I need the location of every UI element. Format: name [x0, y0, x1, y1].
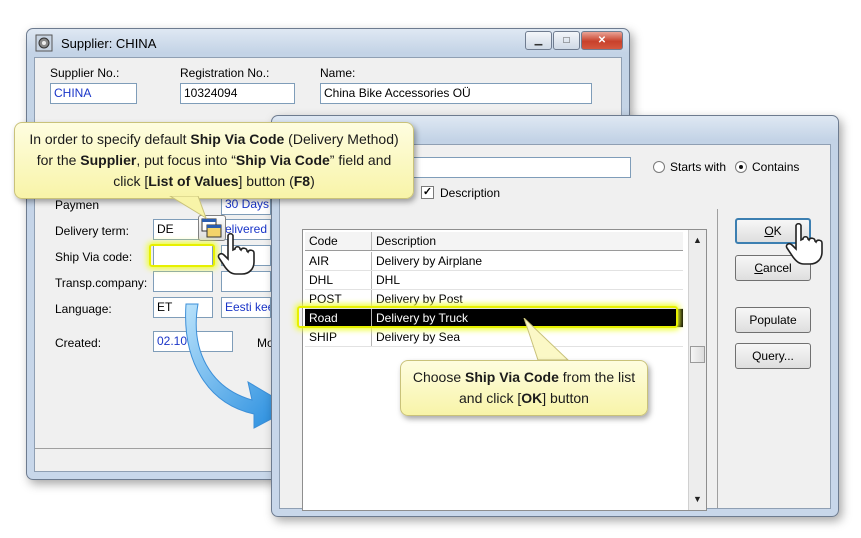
row-code: SHIP — [305, 328, 372, 346]
scroll-up-icon[interactable]: ▲ — [689, 232, 706, 249]
hand-cursor-icon — [217, 232, 255, 275]
query-button[interactable]: Query... — [735, 343, 811, 369]
caption-buttons: ▁ □ ✕ — [524, 31, 623, 50]
callout-bold: Ship Via Code — [235, 152, 330, 168]
populate-button[interactable]: Populate — [735, 307, 811, 333]
callout-pointer — [523, 318, 570, 361]
callout-bold: OK — [521, 390, 543, 406]
list-scrollbar[interactable]: ▲ ▼ — [688, 230, 706, 510]
list-row[interactable]: SHIP Delivery by Sea — [305, 328, 683, 347]
callout-bold: Ship Via Code — [190, 131, 285, 147]
ship-via-code-label: Ship Via code: — [55, 250, 133, 264]
callout-bold: F8 — [293, 173, 311, 189]
name-field[interactable]: China Bike Accessories OÜ — [320, 83, 592, 104]
callout-bold: List of Values — [148, 173, 239, 189]
row-description: DHL — [376, 273, 401, 287]
starts-with-label: Starts with — [670, 160, 727, 174]
scroll-thumb[interactable] — [690, 346, 705, 363]
description-checkbox[interactable]: ✓ — [421, 186, 434, 199]
contains-label: Contains — [752, 160, 800, 174]
description-checkbox-label: Description — [440, 186, 501, 200]
supplier-no-field[interactable]: CHINA — [50, 83, 137, 104]
registration-no-label: Registration No.: — [180, 66, 270, 80]
buttons-divider — [717, 209, 718, 508]
hand-cursor-icon — [785, 222, 823, 265]
cancel-mnemonic: C — [754, 261, 763, 275]
language-label: Language: — [55, 302, 112, 316]
maximize-icon[interactable]: □ — [553, 31, 580, 50]
starts-with-radio[interactable] — [653, 161, 665, 173]
list-row[interactable]: AIR Delivery by Airplane — [305, 252, 683, 271]
minimize-icon[interactable]: ▁ — [525, 31, 552, 50]
supplier-no-label: Supplier No.: — [50, 66, 120, 80]
list-header: Code Description — [305, 232, 683, 251]
code-column-header[interactable]: Code — [305, 232, 372, 250]
ship-via-field-highlight — [149, 244, 215, 267]
transp-company-label: Transp.company: — [55, 276, 148, 290]
callout-text: Choose — [412, 369, 466, 385]
transp-company-code-field[interactable] — [153, 271, 213, 292]
description-column-header[interactable]: Description — [372, 232, 683, 250]
instruction-callout-top: In order to specify default Ship Via Cod… — [14, 122, 414, 199]
row-description: Delivery by Airplane — [376, 254, 483, 268]
window-title: Supplier: CHINA — [61, 36, 157, 51]
callout-bold: Supplier — [80, 152, 137, 168]
contains-radio[interactable] — [735, 161, 747, 173]
callout-bold: Ship Via Code — [465, 369, 559, 385]
payment-label: Paymen — [55, 198, 100, 212]
callout-text: In order to specify default — [29, 131, 191, 147]
created-label: Created: — [55, 336, 102, 350]
name-label: Name: — [320, 66, 356, 80]
ok-mnemonic: O — [764, 224, 774, 238]
callout-text: ] button — [542, 390, 589, 406]
callout-text: ) — [310, 173, 315, 189]
row-code: AIR — [305, 252, 372, 270]
callout-pointer — [169, 196, 207, 220]
selected-row-highlight — [297, 306, 678, 328]
scroll-down-icon[interactable]: ▼ — [689, 491, 706, 508]
close-icon[interactable]: ✕ — [581, 31, 623, 50]
row-code: DHL — [305, 271, 372, 289]
app-gear-icon — [35, 34, 53, 52]
registration-no-field[interactable]: 10324094 — [180, 83, 295, 104]
callout-text: ] button ( — [238, 173, 294, 189]
delivery-term-label: Delivery term: — [55, 224, 130, 238]
callout-text: , put focus into “ — [136, 152, 236, 168]
instruction-callout-bottom: Choose Ship Via Code from the list and c… — [400, 360, 648, 416]
list-row[interactable]: DHL DHL — [305, 271, 683, 290]
ok-label: K — [773, 224, 782, 238]
